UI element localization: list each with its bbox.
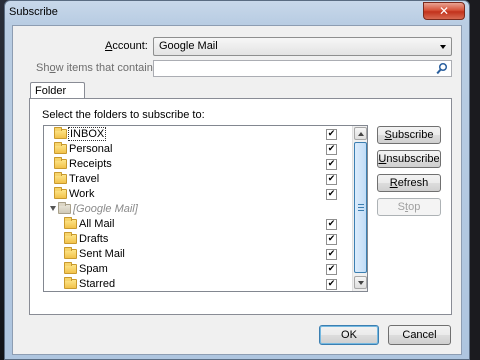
- folder-row-all-mail[interactable]: All Mail ✔: [44, 217, 352, 232]
- filter-search-box[interactable]: [153, 60, 452, 77]
- account-label-post: ccount:: [112, 40, 148, 52]
- refresh-button[interactable]: Refresh: [377, 174, 441, 192]
- folder-icon: [64, 247, 77, 259]
- subscribe-checkbox[interactable]: ✔: [326, 264, 337, 275]
- subscribe-checkbox[interactable]: ✔: [326, 279, 337, 290]
- folder-row-google-mail[interactable]: [Google Mail]: [44, 202, 352, 217]
- folder-name: Sent Mail: [79, 248, 125, 260]
- folder-name: Travel: [69, 173, 100, 185]
- btn-post: ubscribe: [391, 129, 434, 141]
- grip-line: [358, 207, 364, 208]
- filter-label: Show items that contain:: [36, 62, 156, 74]
- dialog-body: Account: Google Mail Show items that con…: [12, 25, 462, 355]
- folder-row-spam[interactable]: Spam ✔: [44, 262, 352, 277]
- folder-name: Spam: [79, 263, 108, 275]
- folder-row-work[interactable]: Work ✔: [44, 187, 352, 202]
- subscribe-checkbox[interactable]: ✔: [326, 189, 337, 200]
- scroll-thumb[interactable]: [354, 142, 367, 273]
- account-dropdown-value: Google Mail: [159, 40, 218, 52]
- folder-icon: [54, 157, 67, 169]
- search-icon[interactable]: [436, 62, 448, 75]
- btn-post: nsubscribe: [386, 153, 440, 165]
- ok-button[interactable]: OK: [319, 325, 379, 345]
- subscribe-button[interactable]: Subscribe: [377, 126, 441, 144]
- folder-name: [Google Mail]: [73, 203, 138, 215]
- btn-pre: S: [397, 201, 406, 213]
- folder-icon: [64, 232, 77, 244]
- folder-name: All Mail: [79, 218, 115, 230]
- folder-name: Personal: [69, 143, 113, 155]
- folder-tree: INBOX ✔ Personal ✔ Receipts ✔ Travel ✔ W…: [43, 125, 368, 292]
- instruction-text: Select the folders to subscribe to:: [42, 109, 205, 121]
- chevron-down-icon: [440, 45, 446, 49]
- folder-icon: [64, 217, 77, 229]
- subscribe-checkbox[interactable]: ✔: [326, 129, 337, 140]
- search-input[interactable]: [156, 62, 426, 75]
- close-button[interactable]: ✕: [423, 2, 465, 20]
- folder-row-starred[interactable]: Starred ✔: [44, 277, 352, 291]
- subscribe-checkbox[interactable]: ✔: [326, 249, 337, 260]
- subscribe-checkbox[interactable]: ✔: [326, 234, 337, 245]
- close-icon: ✕: [438, 4, 450, 18]
- expander-triangle-icon[interactable]: [50, 206, 56, 211]
- account-label: Account:: [105, 40, 148, 52]
- scroll-up-button[interactable]: [354, 127, 367, 140]
- tab-folder-list[interactable]: Folder List: [30, 82, 85, 109]
- folder-name: Work: [69, 188, 95, 200]
- btn-post: op: [408, 201, 421, 213]
- folder-name: Receipts: [69, 158, 112, 170]
- folder-icon: [54, 172, 67, 184]
- folder-name: Starred: [79, 278, 116, 290]
- folder-list-panel: Select the folders to subscribe to: INBO…: [29, 98, 452, 315]
- folder-name: Drafts: [79, 233, 109, 245]
- folder-row-personal[interactable]: Personal ✔: [44, 142, 352, 157]
- tab-label-pre: Folder: [35, 85, 67, 97]
- grip-line: [358, 210, 364, 211]
- folder-row-travel[interactable]: Travel ✔: [44, 172, 352, 187]
- folder-icon: [58, 202, 71, 214]
- folder-icon: [54, 127, 67, 139]
- subscribe-dialog: Subscribe ✕ Account: Google Mail Show it…: [4, 0, 470, 360]
- folder-row-inbox[interactable]: INBOX ✔: [44, 127, 352, 142]
- account-dropdown[interactable]: Google Mail: [153, 37, 452, 56]
- chevron-up-icon: [358, 132, 364, 136]
- btn-accel: S: [384, 129, 392, 141]
- stop-button[interactable]: Stop: [377, 198, 441, 216]
- subscribe-checkbox[interactable]: ✔: [326, 144, 337, 155]
- chevron-down-icon: [358, 281, 364, 285]
- folder-row-sent-mail[interactable]: Sent Mail ✔: [44, 247, 352, 262]
- filter-label-post: w items that contain:: [55, 62, 156, 74]
- scroll-down-button[interactable]: [354, 276, 367, 289]
- folder-icon: [54, 187, 67, 199]
- vertical-scrollbar[interactable]: [352, 126, 367, 291]
- subscribe-checkbox[interactable]: ✔: [326, 159, 337, 170]
- folder-row-drafts[interactable]: Drafts ✔: [44, 232, 352, 247]
- btn-post: efresh: [397, 177, 429, 189]
- folder-name: INBOX: [67, 127, 107, 141]
- title-bar[interactable]: Subscribe ✕: [5, 1, 469, 25]
- cancel-button[interactable]: Cancel: [388, 325, 451, 345]
- filter-label-pre: Sh: [36, 62, 50, 74]
- grip-line: [358, 204, 364, 205]
- folder-row-receipts[interactable]: Receipts ✔: [44, 157, 352, 172]
- folder-icon: [54, 142, 67, 154]
- folder-icon: [64, 262, 77, 274]
- unsubscribe-button[interactable]: Unsubscribe: [377, 150, 441, 168]
- btn-accel: R: [389, 177, 398, 189]
- subscribe-checkbox[interactable]: ✔: [326, 174, 337, 185]
- window-title: Subscribe: [9, 6, 58, 18]
- folder-icon: [64, 277, 77, 289]
- subscribe-checkbox[interactable]: ✔: [326, 219, 337, 230]
